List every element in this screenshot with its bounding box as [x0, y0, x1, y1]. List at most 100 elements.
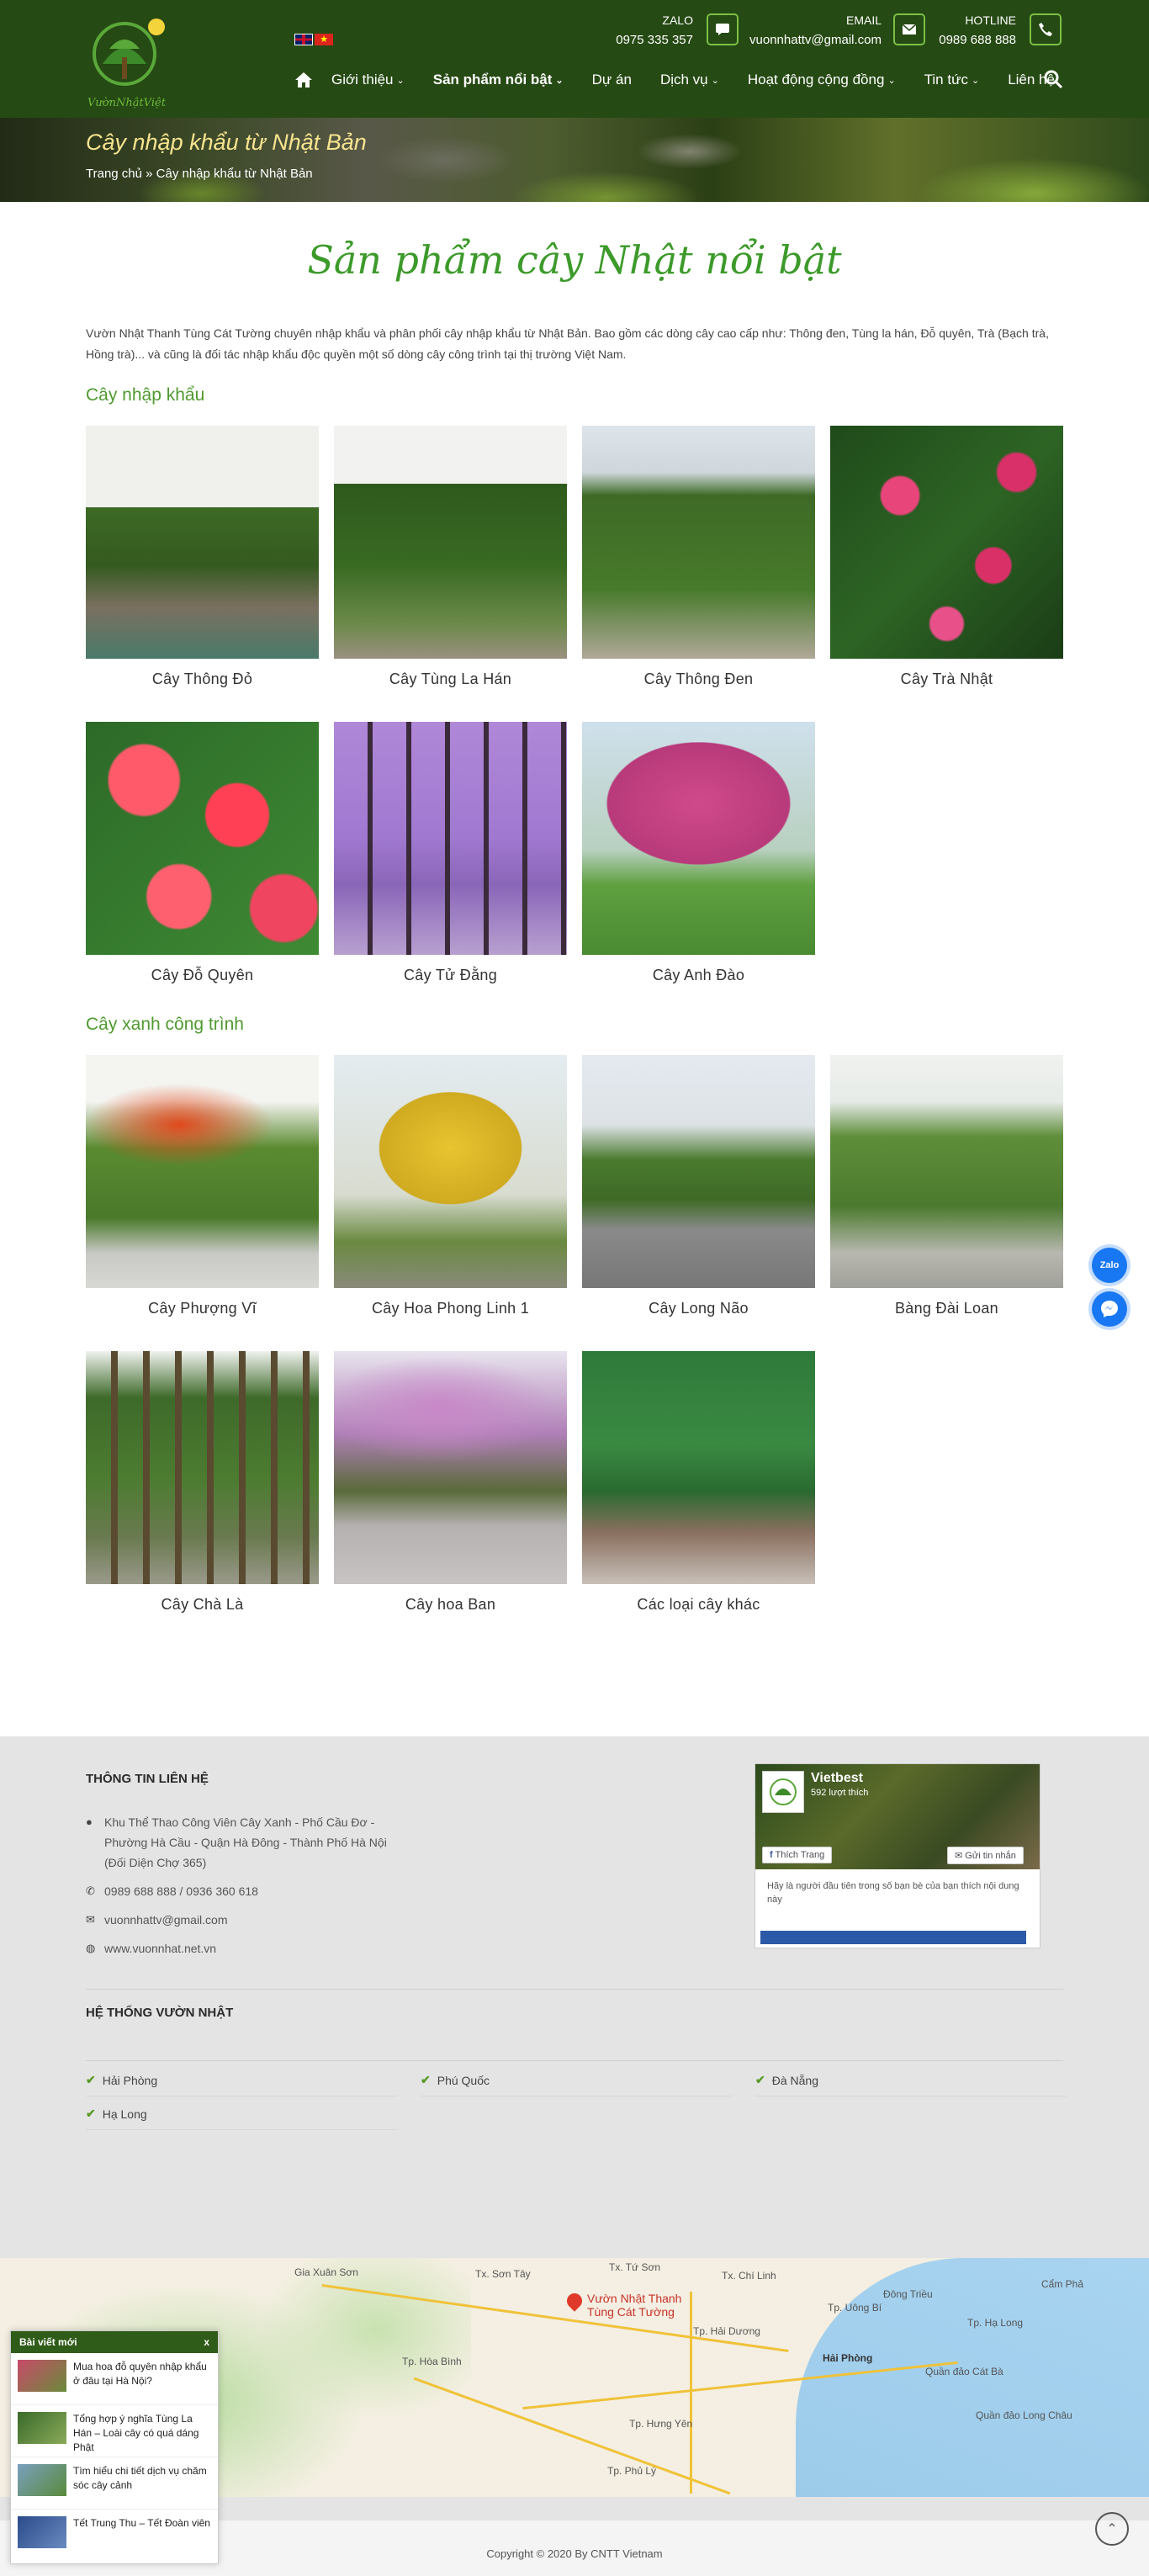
news-title[interactable]: Mua hoa đỗ quyên nhập khẩu ở đâu tại Hà … [73, 2360, 211, 2398]
product-card[interactable]: Cây Chà Là [86, 1351, 319, 1614]
zalo-number: 0975 335 357 [616, 33, 693, 47]
close-icon[interactable]: x [204, 2336, 209, 2348]
uk-flag-icon[interactable] [294, 34, 313, 45]
fb-post-preview[interactable] [760, 1931, 1026, 1944]
product-name[interactable]: Cây Phượng Vĩ [86, 1300, 319, 1317]
branch-item[interactable]: ✔ Hạ Long [86, 2107, 397, 2130]
news-item[interactable]: Tìm hiểu chi tiết dịch vụ chăm sóc cây c… [11, 2457, 218, 2510]
nav-label: Tin tức [924, 72, 968, 87]
map-place: Tp. Hòa Bình [402, 2356, 462, 2367]
product-card[interactable]: Cây Đỗ Quyên [86, 722, 319, 984]
news-title[interactable]: Tìm hiểu chi tiết dịch vụ chăm sóc cây c… [73, 2464, 211, 2502]
branch-item[interactable]: ✔ Hải Phòng [86, 2073, 397, 2096]
product-card[interactable]: Cây Hoa Phong Linh 1 [334, 1055, 567, 1317]
product-name[interactable]: Các loại cây khác [582, 1596, 815, 1614]
product-image[interactable] [334, 1351, 567, 1584]
product-image[interactable] [86, 426, 319, 659]
product-name[interactable]: Cây Anh Đào [582, 967, 815, 984]
vn-flag-icon[interactable]: ★ [315, 34, 333, 45]
zalo-contact[interactable]: ZALO 0975 335 357 [589, 10, 693, 50]
chevron-down-icon: ⌄ [887, 75, 896, 86]
product-card[interactable]: Cây hoa Ban [334, 1351, 567, 1614]
product-name[interactable]: Cây hoa Ban [334, 1596, 567, 1614]
breadcrumb[interactable]: Trang chủ » Cây nhập khẩu từ Nhật Bản [86, 167, 313, 181]
product-name[interactable]: Cây Long Não [582, 1300, 815, 1317]
website-text[interactable]: www.vuonnhat.net.vn [104, 1938, 216, 1959]
mail-icon[interactable] [893, 13, 925, 45]
nav-home[interactable] [294, 72, 313, 88]
product-image[interactable] [582, 1055, 815, 1288]
news-item[interactable]: Tết Trung Thu – Tết Đoàn viên [11, 2510, 218, 2562]
nav-gioi-thieu[interactable]: Giới thiệu ⌄ [331, 72, 405, 88]
nav-tin-tuc[interactable]: Tin tức ⌄ [924, 72, 980, 88]
news-thumbnail[interactable] [18, 2464, 66, 2496]
product-image[interactable] [86, 1055, 319, 1288]
branch-item[interactable]: ✔ Đà Nẵng [755, 2073, 1067, 2096]
fb-message-button[interactable]: ✉ Gửi tin nhắn [947, 1847, 1024, 1864]
product-card[interactable]: Cây Tử Đằng [334, 722, 567, 984]
fb-avatar[interactable] [762, 1771, 804, 1813]
news-thumbnail[interactable] [18, 2360, 66, 2392]
nav-du-an[interactable]: Dự án [592, 72, 632, 88]
product-card[interactable]: Cây Tùng La Hán [334, 426, 567, 688]
phone-icon[interactable] [1030, 13, 1062, 45]
product-image[interactable] [830, 1055, 1063, 1288]
product-name[interactable]: Cây Tùng La Hán [334, 671, 567, 688]
zalo-float-button[interactable]: Zalo [1092, 1248, 1127, 1283]
product-image[interactable] [334, 426, 567, 659]
product-card[interactable]: Cây Trà Nhật [830, 426, 1063, 688]
envelope-icon: ✉ [86, 1913, 95, 1926]
product-image[interactable] [334, 1055, 567, 1288]
product-card[interactable]: Cây Thông Đỏ [86, 426, 319, 688]
product-image[interactable] [582, 426, 815, 659]
product-card[interactable]: Cây Thông Đen [582, 426, 815, 688]
product-card[interactable]: Các loại cây khác [582, 1351, 815, 1614]
map-place: Tp. Uông Bí [828, 2302, 882, 2314]
product-name[interactable]: Cây Chà Là [86, 1596, 319, 1614]
fb-page-name[interactable]: Vietbest [811, 1771, 863, 1786]
site-logo[interactable]: VườnNhậtViệt [86, 15, 185, 112]
product-image[interactable] [86, 1351, 319, 1584]
branch-item[interactable]: ✔ Phú Quốc [421, 2073, 732, 2096]
fb-cover[interactable]: Vietbest 592 lượt thích f Thích Trang ✉ … [755, 1764, 1040, 1869]
messenger-float-button[interactable] [1092, 1291, 1127, 1327]
nav-hoat-dong-cong-dong[interactable]: Hoạt động cộng đồng ⌄ [748, 72, 896, 88]
product-image[interactable] [830, 426, 1063, 659]
email-text[interactable]: vuonnhattv@gmail.com [104, 1910, 228, 1930]
product-image[interactable] [582, 1351, 815, 1584]
news-thumbnail[interactable] [18, 2412, 66, 2444]
nav-dich-vu[interactable]: Dịch vụ ⌄ [660, 72, 719, 88]
product-image[interactable] [334, 722, 567, 955]
map-pin-icon[interactable] [564, 2290, 585, 2312]
news-thumbnail[interactable] [18, 2516, 66, 2548]
nav-san-pham-noi-bat[interactable]: Sản phẩm nổi bật ⌄ [433, 72, 564, 88]
product-image[interactable] [86, 722, 319, 955]
news-item[interactable]: Mua hoa đỗ quyên nhập khẩu ở đâu tại Hà … [11, 2353, 218, 2405]
product-name[interactable]: Bàng Đài Loan [830, 1300, 1063, 1317]
product-image[interactable] [582, 722, 815, 955]
product-name[interactable]: Cây Thông Đen [582, 671, 815, 688]
product-name[interactable]: Cây Trà Nhật [830, 671, 1063, 688]
product-card[interactable]: Cây Long Não [582, 1055, 815, 1317]
back-to-top-button[interactable]: ⌃ [1095, 2512, 1129, 2546]
chevron-down-icon: ⌄ [971, 75, 980, 86]
product-name[interactable]: Cây Đỗ Quyên [86, 967, 319, 984]
product-card[interactable]: Bàng Đài Loan [830, 1055, 1063, 1317]
search-icon[interactable] [1043, 69, 1063, 93]
map-place: Tx. Sơn Tây [475, 2268, 531, 2280]
news-title[interactable]: Tổng hợp ý nghĩa Tùng La Hán – Loài cây … [73, 2412, 211, 2453]
news-title[interactable]: Tết Trung Thu – Tết Đoàn viên [73, 2516, 210, 2555]
product-name[interactable]: Cây Tử Đằng [334, 967, 567, 984]
product-card[interactable]: Cây Anh Đào [582, 722, 815, 984]
map-place: Quần đảo Cát Bà [925, 2366, 1003, 2377]
product-name[interactable]: Cây Hoa Phong Linh 1 [334, 1300, 567, 1317]
phone-text[interactable]: 0989 688 888 / 0936 360 618 [104, 1881, 258, 1901]
map-pin-label[interactable]: Vườn Nhật Thanh Tùng Cát Tường [587, 2292, 688, 2319]
product-name[interactable]: Cây Thông Đỏ [86, 671, 319, 688]
hotline-contact[interactable]: HOTLINE 0989 688 888 [930, 10, 1016, 50]
news-item[interactable]: Tổng hợp ý nghĩa Tùng La Hán – Loài cây … [11, 2405, 218, 2457]
map-place: Tp. Hải Dương [693, 2325, 760, 2337]
product-card[interactable]: Cây Phượng Vĩ [86, 1055, 319, 1317]
email-contact[interactable]: EMAIL vuonnhattv@gmail.com [717, 10, 882, 50]
fb-like-button[interactable]: f Thích Trang [762, 1847, 833, 1863]
